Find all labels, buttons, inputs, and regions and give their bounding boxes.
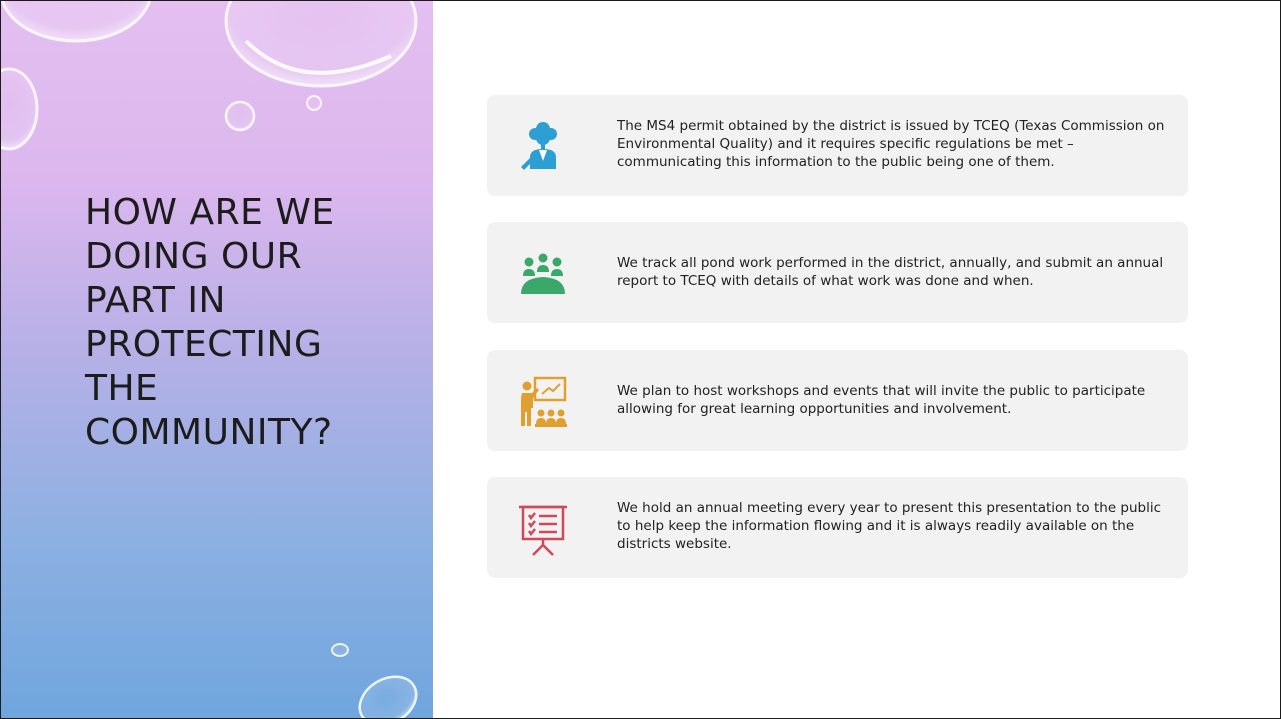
title-line: PROTECTING xyxy=(85,324,323,365)
slide-title: HOW ARE WE DOING OUR PART IN PROTECTING … xyxy=(85,191,385,455)
slide: HOW ARE WE DOING OUR PART IN PROTECTING … xyxy=(0,0,1281,719)
droplet xyxy=(224,100,256,132)
info-card-permit: The MS4 permit obtained by the district … xyxy=(487,95,1188,196)
info-card-workshops: We plan to host workshops and events tha… xyxy=(487,350,1188,451)
title-line: THE xyxy=(85,368,159,409)
droplet xyxy=(1,67,39,151)
droplet xyxy=(331,643,349,657)
card-text: We plan to host workshops and events tha… xyxy=(617,383,1146,417)
title-line: HOW ARE WE xyxy=(85,192,335,233)
title-panel: HOW ARE WE DOING OUR PART IN PROTECTING … xyxy=(1,1,433,718)
presentation-board-icon xyxy=(519,505,567,556)
title-line: DOING OUR xyxy=(85,236,303,277)
classroom-presenter-icon xyxy=(521,376,567,427)
title-line: PART IN xyxy=(85,280,226,321)
droplet xyxy=(306,95,322,111)
card-text: We track all pond work performed in the … xyxy=(617,255,1164,289)
card-text: We hold an annual meeting every year to … xyxy=(617,500,1162,552)
droplet xyxy=(358,675,418,718)
droplet xyxy=(1,1,152,43)
card-text: The MS4 permit obtained by the district … xyxy=(617,118,1165,170)
tree-presenter-icon xyxy=(521,122,557,170)
title-line: COMMUNITY? xyxy=(85,412,333,453)
info-card-pond-tracking: We track all pond work performed in the … xyxy=(487,222,1188,323)
info-card-annual-meeting: We hold an annual meeting every year to … xyxy=(487,477,1188,578)
meeting-group-icon xyxy=(521,253,565,294)
